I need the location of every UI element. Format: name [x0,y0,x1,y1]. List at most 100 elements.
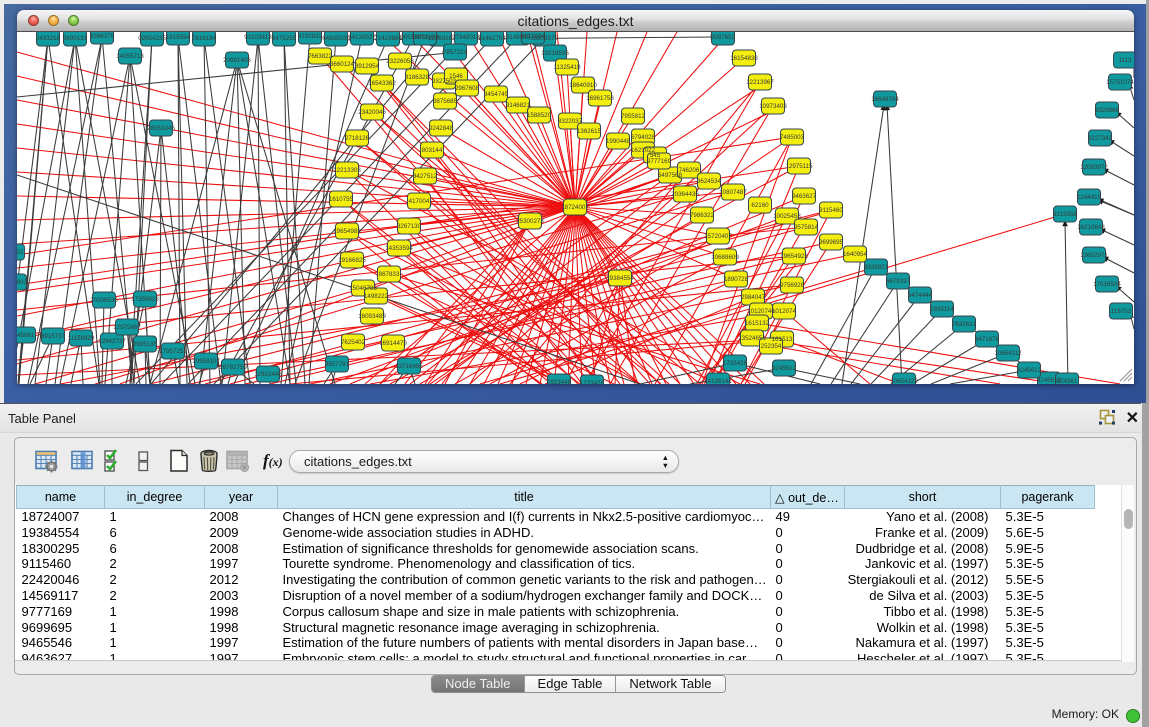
svg-text:116753: 116753 [1111,308,1132,315]
svg-text:12975867: 12975867 [113,324,141,331]
svg-text:16210643: 16210643 [1077,224,1105,231]
svg-text:3875685: 3875685 [433,98,458,105]
svg-text:13692971: 13692971 [1080,252,1108,259]
svg-text:7663822: 7663822 [308,53,333,60]
svg-text:7625402: 7625402 [341,339,366,346]
svg-text:8186328: 8186328 [405,74,430,81]
svg-text:7485003: 7485003 [780,134,805,141]
svg-text:1498222: 1498222 [364,293,389,300]
svg-text:17359928: 17359928 [131,296,159,303]
svg-text:72423884: 72423884 [374,35,402,42]
svg-text:7955812: 7955812 [621,113,646,120]
svg-text:867833: 867833 [379,271,400,278]
svg-text:2087652: 2087652 [711,34,736,41]
svg-text:12942737: 12942737 [98,338,126,345]
svg-text:7986322: 7986322 [690,212,715,219]
svg-text:9777169: 9777169 [647,158,672,165]
svg-text:0433218: 0433218 [36,35,61,42]
svg-text:3624534: 3624534 [697,178,722,185]
svg-text:12213303: 12213303 [333,167,361,174]
svg-text:19218596: 19218596 [541,50,569,57]
svg-text:8386379: 8386379 [90,33,115,40]
svg-text:10973403: 10973403 [759,103,787,110]
svg-text:10958107: 10958107 [192,358,220,365]
svg-text:12923448: 12923448 [254,371,282,378]
svg-text:51462704: 51462704 [478,35,506,42]
svg-text:9600133: 9600133 [63,35,88,42]
svg-text:2935114: 2935114 [930,306,954,313]
svg-text:1244415: 1244415 [1077,194,1102,201]
svg-text:8813094: 8813094 [521,33,546,40]
svg-text:1113: 1113 [1119,57,1132,64]
svg-text:23226058: 23226058 [386,58,414,65]
svg-text:1990448: 1990448 [606,138,631,145]
svg-text:9756928: 9756928 [780,282,805,289]
svg-text:2661603: 2661603 [17,279,28,286]
svg-text:19384554: 19384554 [606,275,634,282]
svg-text:11156829: 11156829 [68,335,95,342]
svg-text:9115460: 9115460 [819,207,843,214]
svg-text:14055713: 14055713 [116,53,144,60]
svg-text:7816184: 7816184 [192,35,217,42]
svg-text:28053346: 28053346 [147,125,175,132]
svg-text:2923448: 2923448 [547,379,572,384]
svg-text:64835030: 64835030 [322,35,350,42]
svg-text:16093489: 16093489 [358,313,386,320]
svg-text:803144: 803144 [422,147,443,154]
svg-text:8938921: 8938921 [864,264,889,271]
svg-text:3660124: 3660124 [330,61,355,68]
svg-text:7632621: 7632621 [952,321,977,328]
svg-text:9857791: 9857791 [325,361,350,368]
svg-text:12975115: 12975115 [785,163,813,170]
svg-text:18724007: 18724007 [561,204,589,211]
svg-text:23420046: 23420046 [358,109,386,116]
svg-text:9227342: 9227342 [1088,135,1113,142]
svg-text:16648784: 16648784 [871,96,899,103]
svg-text:2984047: 2984047 [741,294,766,301]
svg-text:15046786: 15046786 [349,285,377,292]
svg-text:10654112: 10654112 [994,350,1022,357]
svg-text:1588520: 1588520 [527,112,552,119]
svg-text:02654235: 02654235 [138,35,166,42]
svg-text:16154838: 16154838 [730,55,758,62]
svg-text:8454749: 8454749 [484,91,509,98]
svg-text:18640910: 18640910 [569,82,597,89]
svg-text:2967608: 2967608 [455,85,480,92]
svg-text:12213967: 12213967 [746,79,774,86]
svg-text:19166825: 19166825 [338,257,366,264]
svg-text:1733426: 1733426 [723,360,748,367]
svg-text:6794028: 6794028 [631,134,656,141]
svg-text:1615594: 1615594 [166,34,191,41]
svg-text:9215958: 9215958 [1053,211,1078,218]
svg-text:8322037: 8322037 [558,118,583,125]
svg-text:10688609: 10688609 [711,254,739,261]
svg-text:6679197: 6679197 [886,278,911,285]
svg-text:13716485: 13716485 [395,363,423,370]
svg-text:17016504: 17016504 [1093,281,1121,288]
svg-text:1890728: 1890728 [724,276,749,283]
svg-text:62160: 62160 [751,202,769,209]
svg-text:16914479: 16914479 [379,340,407,347]
svg-text:20364436: 20364436 [671,191,699,198]
svg-text:1640954: 1640954 [843,251,868,258]
svg-text:10654122: 10654122 [890,378,918,384]
svg-text:9474444: 9474444 [908,292,933,299]
svg-text:9146821: 9146821 [506,102,531,109]
svg-text:746206: 746206 [679,167,700,174]
svg-text:9242848: 9242848 [429,125,454,132]
svg-text:1733426: 1733426 [580,380,605,384]
svg-text:8912954: 8912954 [355,63,380,70]
svg-text:15720407: 15720407 [704,233,732,240]
svg-text:924561: 924561 [1057,378,1078,384]
svg-text:199732: 199732 [17,249,24,256]
svg-text:1546: 1546 [449,73,463,80]
svg-text:8471676: 8471676 [975,336,1000,343]
svg-text:9699695: 9699695 [819,239,844,246]
svg-text:16782759: 16782759 [219,364,247,371]
svg-text:10807487: 10807487 [719,189,747,196]
svg-text:9463627: 9463627 [792,193,817,200]
svg-text:14136141: 14136141 [704,378,732,384]
svg-text:6475255: 6475255 [272,35,297,42]
svg-text:9575814: 9575814 [794,224,819,231]
svg-text:93103413: 93103413 [244,34,272,41]
